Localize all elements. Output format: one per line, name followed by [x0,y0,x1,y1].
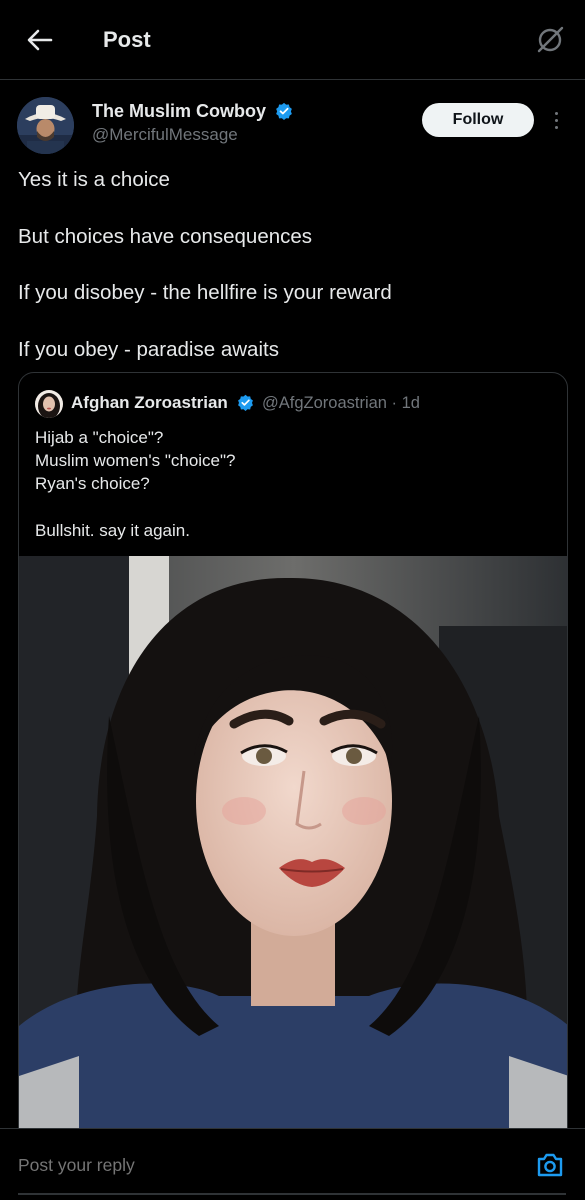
author-avatar[interactable] [17,97,74,154]
post-text-line: If you disobey - the hellfire is your re… [18,281,392,304]
quote-avatar-image [35,390,63,418]
post-text-line: If you obey - paradise awaits [18,338,279,361]
quote-text-line: Bullshit. say it again. [35,521,190,540]
quote-text-line: Muslim women's "choice"? [35,451,236,470]
verified-badge-icon [276,102,292,120]
quote-author-name-text: Afghan Zoroastrian [71,393,228,412]
camera-button[interactable] [534,1149,566,1181]
quote-author-avatar [35,390,63,418]
arrow-left-icon [27,29,53,51]
author-name-text: The Muslim Cowboy [92,101,267,121]
portrait-photo [19,556,567,1151]
divider [18,1193,566,1195]
more-options-button[interactable] [548,106,564,134]
camera-icon [537,1153,563,1177]
grok-icon [537,26,564,53]
avatar-image [17,97,74,154]
author-name[interactable]: The Muslim Cowboy [92,101,293,122]
back-button[interactable] [22,24,58,56]
post-text-line: But choices have consequences [18,225,313,248]
quoted-post[interactable]: Afghan Zoroastrian @AfgZoroastrian · 1d … [18,372,568,1152]
quote-author-handle: @AfgZoroastrian · 1d [262,394,420,412]
post-text-line: Yes it is a choice [18,168,170,191]
reply-bar [0,1128,585,1200]
reply-input[interactable] [18,1155,418,1176]
grok-button[interactable] [532,22,568,58]
quote-text-line: Ryan's choice? [35,474,150,493]
top-bar: Post [0,0,585,80]
quote-media-image[interactable] [19,556,567,1151]
author-handle[interactable]: @MercifulMessage [92,125,238,145]
quote-author-name: Afghan Zoroastrian [71,393,254,413]
page-title: Post [103,27,151,52]
verified-badge-icon [237,394,253,411]
follow-button[interactable]: Follow [422,103,534,137]
quote-text-line: Hijab a "choice"? [35,428,164,447]
more-dots-icon [554,111,558,115]
